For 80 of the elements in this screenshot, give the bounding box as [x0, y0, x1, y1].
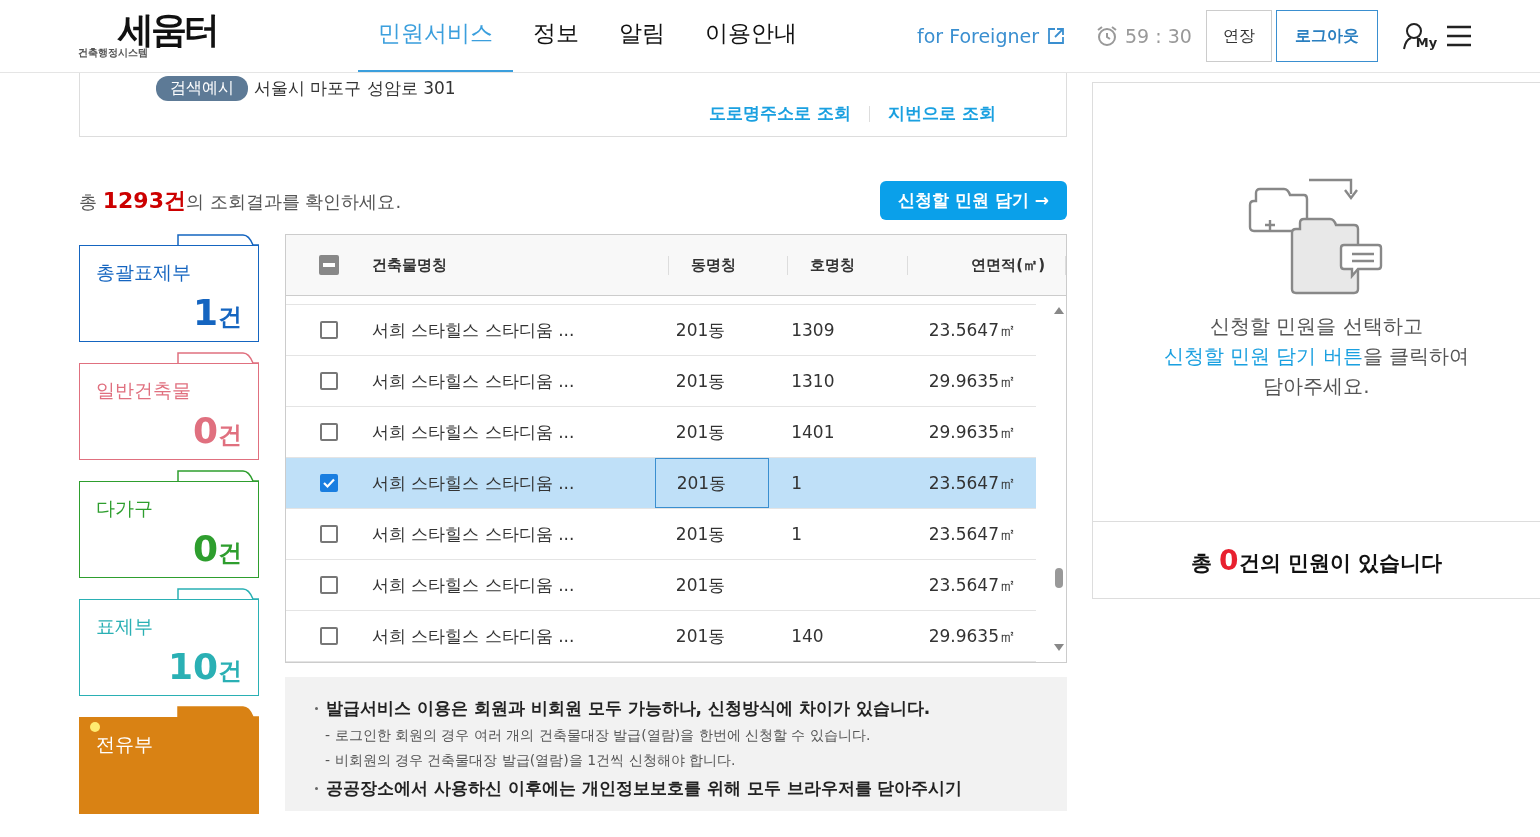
table-row[interactable]: 서희 스타힐스 스타디움 ... 201동 23.5647㎡ [286, 560, 1036, 611]
table-cell: 201동 [675, 624, 726, 648]
table-cell: 201동 [675, 318, 726, 342]
logout-button[interactable]: 로그아웃 [1275, 10, 1378, 62]
notice-text: 발급서비스 이용은 회원과 비회원 모두 가능하나, 신청방식에 차이가 있습니다. [326, 697, 931, 720]
minus-icon [323, 263, 335, 267]
table-cell: 201동 [675, 369, 726, 393]
table-cell: 23.5647㎡ [928, 573, 1016, 597]
cart-guide-text: 담아주세요. [1263, 373, 1370, 400]
table-cell: 140 [791, 626, 824, 646]
table-cell: 서희 스타힐스 스타디움 ... [372, 369, 575, 393]
column-header: 동명칭 [668, 255, 788, 275]
table-cell: 23.5647㎡ [928, 522, 1016, 546]
table-cell: 201동 [675, 522, 726, 546]
notice-text: - 로그인한 회원의 경우 여러 개의 건축물대장 발급(열람)을 한번에 신청할 수 있습니다. [325, 727, 871, 745]
table-cell: 1401 [791, 422, 835, 442]
cart-guide-text: 신청할 민원을 선택하고 [1210, 313, 1423, 340]
notice-text: - 비회원의 경우 건축물대장 발급(열람)을 1건씩 신청해야 합니다. [325, 752, 736, 770]
table-row[interactable]: 서희 스타힐스 스타디움 ... 201동 1310 29.9635㎡ [286, 356, 1036, 407]
alarm-clock-icon [1095, 24, 1119, 48]
indicator-dot [90, 722, 100, 732]
category-label: 총괄표제부 [96, 260, 191, 285]
cart-total: 총 0건의 민원이 있습니다 [1190, 543, 1443, 577]
table-cell: 201동 [676, 471, 727, 495]
my-page-button[interactable]: My [1401, 22, 1438, 50]
table-row[interactable]: 서희 스타힐스 스타디움 ... 201동 1 23.5647㎡ [286, 509, 1036, 560]
table-row[interactable]: 서희 스타힐스 스타디움 ... 201동 1 23.5647㎡ [286, 458, 1036, 509]
row-checkbox[interactable] [320, 423, 338, 441]
table-cell: 29.9635㎡ [928, 624, 1016, 648]
foreigner-link[interactable]: for Foreigner [917, 25, 1065, 47]
column-header: 연면적(㎡) [908, 255, 1066, 275]
result-summary: 총 1293건의 조회결과를 확인하세요. [79, 186, 402, 215]
row-checkbox[interactable] [320, 372, 338, 390]
check-icon [322, 476, 336, 490]
column-header: 건축물명칭 [372, 255, 669, 275]
table-cell: 1 [791, 524, 803, 544]
session-timer: 59 : 30 [1125, 25, 1192, 47]
nav-tab[interactable]: 정보 [513, 0, 599, 72]
table-cell: 서희 스타힐스 스타디움 ... [372, 420, 575, 444]
row-checkbox[interactable] [320, 525, 338, 543]
select-all-checkbox[interactable] [319, 255, 339, 275]
cart-guide-text: 신청할 민원 담기 버튼을 클릭하여 [1163, 343, 1470, 370]
table-cell: 1310 [791, 371, 835, 391]
nav-tab[interactable]: 이용안내 [685, 0, 817, 72]
category-label: 일반건축물 [96, 378, 191, 403]
example-tag: 검색예시 [156, 76, 248, 101]
table-cell: 23.5647㎡ [928, 318, 1016, 342]
table-cell: 23.5647㎡ [928, 471, 1016, 495]
category-count: 0건 [192, 528, 242, 569]
table-cell: 201동 [675, 573, 726, 597]
category-count: 0건 [192, 410, 242, 451]
menu-icon[interactable] [1447, 25, 1472, 47]
column-header: 호명칭 [787, 255, 908, 275]
external-link-icon [1047, 27, 1065, 45]
category-count: 1건 [192, 292, 242, 333]
row-checkbox[interactable] [320, 627, 338, 645]
row-checkbox[interactable] [320, 474, 338, 492]
extend-button[interactable]: 연장 [1205, 10, 1272, 62]
table-cell: 서희 스타힐스 스타디움 ... [372, 573, 575, 597]
category-count: 10건 [167, 646, 242, 687]
table-cell: 서희 스타힐스 스타디움 ... [372, 318, 575, 342]
category-label: 다가구 [96, 496, 153, 521]
logo[interactable]: 세움터 건축행정시스템 [78, 6, 248, 66]
table-cell: 서희 스타힐스 스타디움 ... [372, 522, 575, 546]
table-row[interactable]: 서희 스타힐스 스타디움 ... 201동 140 29.9635㎡ [286, 611, 1036, 662]
nav-tab[interactable]: 알림 [599, 0, 685, 72]
row-checkbox[interactable] [320, 576, 338, 594]
category-label: 표제부 [96, 614, 153, 639]
table-cell: 서희 스타힐스 스타디움 ... [372, 471, 575, 495]
table-cell: 1 [791, 473, 803, 493]
table-cell: 1309 [791, 320, 835, 340]
table-cell: 201동 [675, 420, 726, 444]
table-row[interactable]: 서희 스타힐스 스타디움 ... 201동 1309 23.5647㎡ [286, 305, 1036, 356]
row-checkbox[interactable] [320, 321, 338, 339]
table-cell: 서희 스타힐스 스타디움 ... [372, 624, 575, 648]
notice-text: 공공장소에서 사용하신 이후에는 개인정보보호를 위해 모두 브라우저를 닫아주시기 [326, 777, 963, 800]
table-cell: 29.9635㎡ [928, 369, 1016, 393]
table-cell: 29.9635㎡ [928, 420, 1016, 444]
category-label: 전유부 [96, 732, 153, 757]
example-address: 서울시 마포구 성암로 301 [254, 77, 456, 100]
